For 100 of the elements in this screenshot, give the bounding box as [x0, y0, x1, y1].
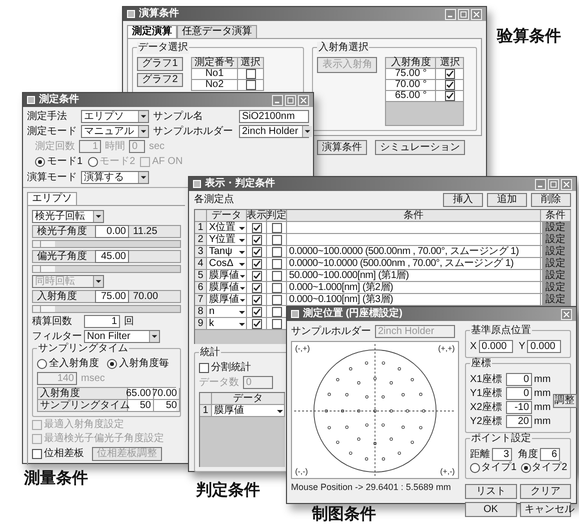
input-field[interactable]: 20 — [506, 415, 532, 428]
field-label: mm — [534, 388, 551, 400]
maximize-button[interactable] — [548, 178, 559, 190]
dropdown[interactable]: マニュアル — [81, 125, 149, 138]
field-label: データ数 — [199, 376, 239, 388]
field-label: 測定手法 — [27, 110, 68, 122]
close-button[interactable] — [471, 8, 482, 20]
field-label: 演算モード — [27, 172, 77, 184]
checkbox[interactable] — [252, 306, 262, 316]
button[interactable]: 挿入 — [443, 193, 483, 207]
input-field[interactable]: -10 — [506, 401, 532, 414]
radio-button[interactable] — [470, 463, 480, 473]
checkbox[interactable] — [252, 318, 262, 328]
checkbox[interactable] — [246, 69, 256, 79]
input-field[interactable]: 45.00 — [95, 250, 129, 263]
input-field[interactable]: SiO2100nm — [239, 110, 309, 123]
dropdown[interactable]: 演算する — [81, 171, 149, 184]
settings-button[interactable]: 設定 — [542, 246, 570, 257]
checkbox[interactable] — [272, 258, 282, 268]
app-icon — [193, 180, 201, 188]
row-header: 入射角度 — [38, 388, 128, 400]
input-field[interactable]: 6 — [540, 448, 560, 461]
tab[interactable]: 任意データ演算 — [177, 25, 257, 38]
checkbox[interactable] — [252, 222, 262, 232]
checkbox[interactable] — [32, 449, 42, 459]
checkbox[interactable] — [252, 246, 262, 256]
checkbox[interactable] — [272, 282, 282, 292]
tab[interactable]: 測定演算 — [127, 25, 177, 38]
input-field[interactable]: 0 — [506, 373, 532, 386]
checkbox[interactable] — [444, 80, 455, 90]
button[interactable]: シミュレーション — [375, 140, 465, 155]
button[interactable]: リスト — [465, 484, 516, 499]
checkbox[interactable] — [199, 363, 209, 373]
close-button[interactable] — [561, 178, 572, 190]
minimize-button[interactable] — [445, 8, 456, 20]
button[interactable]: 調整 — [552, 394, 577, 408]
button[interactable]: 演算条件 — [317, 140, 367, 155]
checkbox[interactable] — [272, 294, 282, 304]
input-field[interactable]: 3 — [492, 448, 512, 461]
settings-button[interactable]: 設定 — [542, 294, 570, 305]
field-label: 積算回数 — [32, 316, 73, 328]
checkbox[interactable] — [272, 222, 282, 232]
radio-button[interactable] — [88, 157, 98, 167]
input-field[interactable]: 0 — [506, 387, 532, 400]
dropdown[interactable]: 2inch Holder — [239, 125, 309, 138]
minimize-button[interactable] — [272, 94, 283, 106]
input-field[interactable]: 75.00 — [95, 290, 129, 303]
checkbox[interactable] — [252, 258, 262, 268]
radio-button[interactable] — [520, 463, 531, 473]
field-label: X — [470, 340, 477, 352]
button[interactable]: 追加 — [487, 193, 527, 207]
button[interactable]: グラフ1 — [137, 57, 183, 71]
button[interactable]: グラフ2 — [137, 73, 183, 87]
dropdown[interactable]: 検光子回転 — [32, 210, 104, 223]
checkbox[interactable] — [272, 306, 282, 316]
settings-button[interactable]: 設定 — [542, 234, 570, 245]
row-number: 6 — [195, 282, 207, 294]
tab[interactable]: エリプソ — [27, 192, 77, 205]
close-button[interactable] — [561, 308, 572, 320]
table-cell: 0.0000~10.0000 (500.00nm , 70.00°, スムージング 1) — [287, 258, 541, 270]
settings-button[interactable]: 設定 — [542, 222, 570, 233]
input-field[interactable]: 0.000 — [478, 340, 513, 353]
checkbox[interactable] — [272, 318, 282, 328]
minimize-button[interactable] — [535, 178, 546, 190]
checkbox[interactable] — [252, 282, 262, 292]
plot-area[interactable]: (-,+) (+,+) (-,-) (+,-) — [291, 341, 459, 479]
radio-label: タイプ2 — [532, 462, 568, 474]
checkbox[interactable] — [246, 80, 256, 90]
input-field[interactable]: 1 — [84, 315, 120, 328]
dropdown[interactable]: Non Filter — [84, 330, 160, 343]
button[interactable]: クリア — [520, 484, 571, 499]
maximize-button[interactable] — [285, 94, 296, 106]
scrollbar[interactable] — [32, 265, 181, 273]
dropdown[interactable]: エリプソ — [81, 110, 149, 123]
checkbox-label: AF ON — [152, 156, 183, 168]
checkbox[interactable] — [444, 69, 455, 79]
maximize-button[interactable] — [458, 8, 469, 20]
field-label: フィルター — [32, 330, 80, 342]
checkbox[interactable] — [272, 234, 282, 244]
field-label: X1座標 — [470, 374, 504, 386]
checkbox[interactable] — [252, 270, 262, 280]
input-field[interactable]: 0.000 — [527, 340, 562, 353]
checkbox[interactable] — [444, 91, 455, 101]
checkbox[interactable] — [272, 270, 282, 280]
field-label: Y — [518, 340, 526, 352]
checkbox[interactable] — [252, 294, 262, 304]
checkbox[interactable] — [272, 246, 282, 256]
field-label: sec — [149, 140, 165, 152]
button[interactable]: 削除 — [531, 193, 571, 207]
input-field[interactable]: 0.00 — [95, 225, 129, 238]
settings-button[interactable]: 設定 — [542, 282, 570, 293]
settings-button[interactable]: 設定 — [542, 270, 570, 281]
settings-button[interactable]: 設定 — [542, 258, 570, 269]
table-cell: 0.0000~100.0000 (500.00nm , 70.00°, スムージング 1) — [287, 246, 541, 258]
checkbox[interactable] — [252, 234, 262, 244]
button[interactable]: OK — [465, 502, 516, 517]
scrollbar[interactable] — [32, 240, 181, 248]
scrollbar[interactable] — [32, 305, 181, 313]
close-button[interactable] — [298, 94, 309, 106]
radio-button[interactable] — [35, 157, 45, 167]
